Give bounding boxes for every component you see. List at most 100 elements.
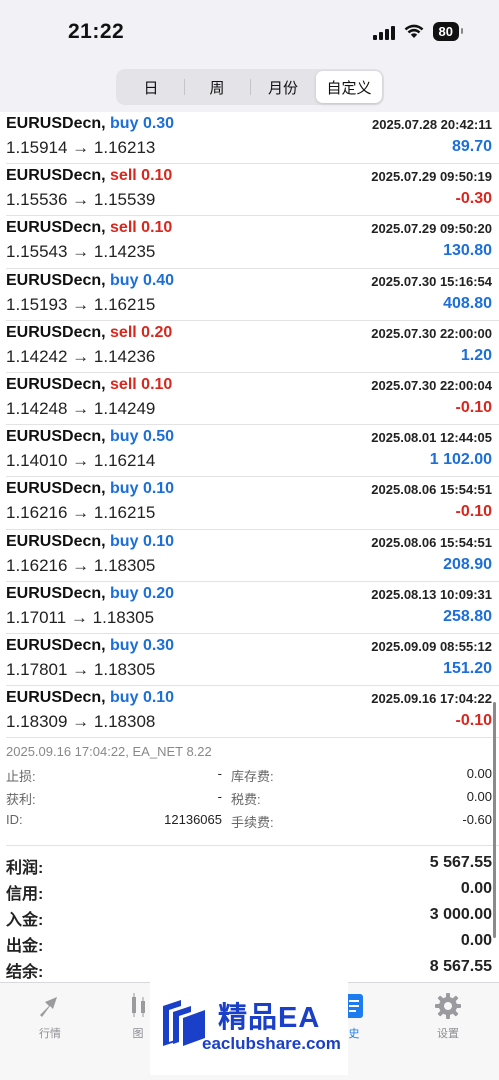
deal-symbol: EURUSDecn, bbox=[6, 375, 106, 393]
tab-settings[interactable]: 设置 bbox=[418, 991, 478, 1045]
deal-volume: 0.30 bbox=[142, 115, 175, 132]
deal-profit: 208.90 bbox=[443, 555, 492, 573]
deal-prices: 1.17801 → 1.18305 bbox=[6, 659, 156, 679]
deal-title: EURUSDecn, sell 0.10 bbox=[6, 376, 172, 394]
deal-symbol: EURUSDecn, bbox=[6, 689, 106, 707]
deal-side: buy bbox=[110, 532, 139, 550]
segment-day[interactable]: 日 bbox=[118, 71, 184, 103]
gear-icon bbox=[435, 993, 461, 1019]
deal-profit: 1 102.00 bbox=[429, 451, 492, 469]
detail-row-tp: 获利: - 税费: 0.00 bbox=[6, 789, 492, 809]
deal-volume: 0.10 bbox=[141, 167, 173, 185]
deal-title: EURUSDecn, sell 0.10 bbox=[6, 167, 172, 185]
deal-time: 2025.07.29 09:50:19 bbox=[371, 169, 492, 185]
deal-time: 2025.07.29 09:50:20 bbox=[371, 221, 492, 237]
detail-label: ID: bbox=[6, 812, 23, 828]
deal-symbol: EURUSDecn, bbox=[6, 271, 106, 289]
deal-row[interactable]: EURUSDecn, sell 0.10 2025.07.30 22:00:04 1… bbox=[6, 373, 499, 426]
deal-symbol: EURUSDecn, bbox=[6, 532, 106, 550]
deal-time: 2025.07.30 15:16:54 bbox=[371, 273, 492, 289]
summary-value: 0.00 bbox=[460, 880, 492, 898]
deal-time: 2025.08.06 15:54:51 bbox=[371, 534, 492, 550]
deal-profit: 258.80 bbox=[443, 607, 492, 625]
deal-symbol: EURUSDecn, bbox=[6, 428, 106, 446]
deal-profit: 89.70 bbox=[451, 138, 492, 155]
segment-month[interactable]: 月份 bbox=[250, 71, 316, 103]
segment-custom[interactable]: 自定义 bbox=[316, 71, 382, 103]
deal-profit: 1.20 bbox=[460, 346, 492, 364]
deal-row[interactable]: EURUSDecn, buy 0.20 2025.08.13 10:09:31 1.… bbox=[6, 582, 499, 634]
segment-week[interactable]: 周 bbox=[184, 71, 250, 103]
deal-side: buy bbox=[110, 271, 139, 289]
summary-balance: 结余: 8 567.55 bbox=[6, 958, 492, 984]
deal-history-list[interactable]: EURUSDecn, buy 0.30 2025.07.28 20:42:11 1.… bbox=[0, 112, 499, 982]
deal-side: buy bbox=[110, 428, 139, 446]
deal-symbol: EURUSDecn, bbox=[6, 115, 106, 132]
deal-time: 2025.07.30 22:00:04 bbox=[371, 377, 492, 393]
deal-title: EURUSDecn, buy 0.30 bbox=[6, 115, 174, 133]
wifi-icon bbox=[404, 24, 423, 38]
deal-volume: 0.20 bbox=[141, 323, 173, 341]
deal-prices: 1.18309 → 1.18308 bbox=[6, 712, 156, 732]
summary-value: 5 567.55 bbox=[429, 854, 492, 872]
summary-value: 3 000.00 bbox=[429, 906, 492, 924]
deal-row[interactable]: EURUSDecn, buy 0.30 2025.07.28 20:42:11 1.… bbox=[6, 112, 499, 165]
deal-row[interactable]: EURUSDecn, buy 0.10 2025.08.06 15:54:51 1.… bbox=[6, 477, 499, 530]
account-summary: 利润: 5 567.55 信用: 0.00 入金: 3 000.00 出金: 0… bbox=[6, 846, 499, 986]
deal-title: EURUSDecn, buy 0.30 bbox=[6, 637, 174, 655]
deal-prices: 1.15543 → 1.14235 bbox=[6, 242, 156, 262]
deal-row[interactable]: EURUSDecn, buy 0.40 2025.07.30 15:16:54 1.… bbox=[6, 269, 499, 321]
tab-label: 行情 bbox=[39, 1028, 61, 1040]
summary-profit: 利润: 5 567.55 bbox=[6, 854, 492, 880]
deal-row[interactable]: EURUSDecn, sell 0.10 2025.07.29 09:50:20 1… bbox=[6, 216, 499, 269]
deal-side: buy bbox=[110, 480, 139, 498]
deal-symbol: EURUSDecn, bbox=[6, 167, 106, 185]
deal-prices: 1.14010 → 1.16214 bbox=[6, 451, 156, 471]
deal-time: 2025.08.13 10:09:31 bbox=[371, 586, 492, 602]
deal-side: buy bbox=[110, 584, 139, 602]
deal-title: EURUSDecn, buy 0.10 bbox=[6, 533, 174, 551]
deal-prices: 1.14242 → 1.14236 bbox=[6, 346, 156, 366]
status-bar: 21:22 80 bbox=[0, 0, 499, 62]
deal-symbol: EURUSDecn, bbox=[6, 584, 106, 602]
deal-time: 2025.07.28 20:42:11 bbox=[372, 117, 492, 132]
deal-side: buy bbox=[110, 689, 139, 707]
detail-value: - bbox=[217, 789, 222, 805]
deal-volume: 0.50 bbox=[142, 428, 175, 446]
detail-label: 税费: bbox=[231, 792, 261, 808]
deal-volume: 0.10 bbox=[142, 480, 175, 498]
status-indicators: 80 bbox=[372, 22, 464, 41]
deal-side: buy bbox=[110, 115, 139, 132]
deal-row[interactable]: EURUSDecn, buy 0.10 2025.08.06 15:54:51 1.… bbox=[6, 530, 499, 582]
summary-value: 0.00 bbox=[460, 932, 492, 950]
detail-value: 0.00 bbox=[466, 766, 492, 782]
detail-row-id: ID: 12136065 手续费: -0.60 bbox=[6, 812, 492, 832]
watermark-title: 精品EA bbox=[218, 1002, 321, 1034]
deal-volume: 0.10 bbox=[142, 689, 175, 707]
watermark-url: eaclubshare.com bbox=[202, 1034, 341, 1053]
tab-quotes[interactable]: 行情 bbox=[20, 991, 80, 1045]
deal-prices: 1.14248 → 1.14249 bbox=[6, 398, 156, 418]
deal-time: 2025.08.06 15:54:51 bbox=[371, 482, 492, 498]
detail-value: - bbox=[217, 766, 222, 782]
deal-title: EURUSDecn, buy 0.10 bbox=[6, 480, 174, 498]
deal-detail-header: 2025.09.16 17:04:22, EA_NET 8.22 bbox=[6, 744, 212, 760]
deal-row[interactable]: EURUSDecn, sell 0.10 2025.07.29 09:50:19 1… bbox=[6, 164, 499, 217]
deal-symbol: EURUSDecn, bbox=[6, 480, 106, 498]
deal-volume: 0.10 bbox=[141, 219, 173, 237]
deal-row[interactable]: EURUSDecn, buy 0.10 2025.09.16 17:04:22 1.… bbox=[6, 686, 499, 739]
deal-row[interactable]: EURUSDecn, buy 0.50 2025.08.01 12:44:05 1.… bbox=[6, 425, 499, 478]
summary-label: 结余: bbox=[6, 964, 44, 982]
deal-time: 2025.09.09 08:55:12 bbox=[371, 638, 492, 654]
deal-row[interactable]: EURUSDecn, buy 0.30 2025.09.09 08:55:12 1.… bbox=[6, 634, 499, 687]
detail-value: 12136065 bbox=[164, 812, 222, 828]
deal-row[interactable]: EURUSDecn, sell 0.20 2025.07.30 22:00:00 1… bbox=[6, 321, 499, 373]
deal-title: EURUSDecn, sell 0.10 bbox=[6, 219, 172, 237]
scrollbar[interactable] bbox=[493, 702, 496, 938]
deal-side: buy bbox=[110, 636, 139, 654]
deal-volume: 0.30 bbox=[142, 636, 175, 654]
summary-deposit: 入金: 3 000.00 bbox=[6, 906, 492, 932]
watermark-overlay: 精品EA eaclubshare.com bbox=[150, 982, 348, 1075]
summary-value: 8 567.55 bbox=[429, 958, 492, 976]
deal-title: EURUSDecn, buy 0.20 bbox=[6, 585, 174, 603]
